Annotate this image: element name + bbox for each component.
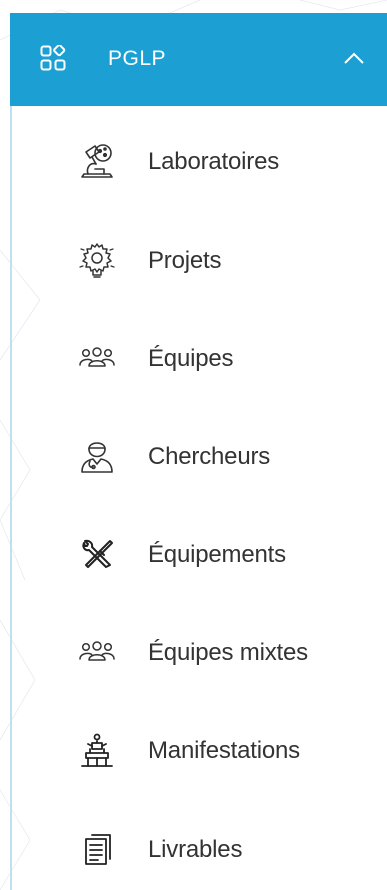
sidebar-item-livrables[interactable]: Livrables — [10, 824, 387, 884]
sidebar-item-laboratoires[interactable]: Laboratoires — [10, 136, 387, 196]
team-icon — [79, 641, 115, 661]
menu-header-pglp[interactable]: PGLP — [10, 13, 387, 106]
lightbulb-gear-icon — [79, 243, 115, 278]
tools-icon — [82, 539, 113, 568]
sidebar-item-chercheurs[interactable]: Chercheurs — [10, 431, 387, 491]
apps-grid-icon — [40, 45, 66, 71]
sidebar-item-label: Équipements — [148, 541, 286, 568]
sidebar-item-equipements[interactable]: Équipements — [10, 529, 387, 589]
podium-icon — [81, 733, 113, 767]
sidebar-item-label: Manifestations — [148, 737, 300, 764]
researcher-icon — [81, 442, 113, 473]
documents-icon — [85, 834, 111, 865]
team-icon — [79, 347, 115, 367]
sidebar-item-projets[interactable]: Projets — [10, 235, 387, 295]
menu-title: PGLP — [108, 47, 167, 70]
sidebar-item-equipes[interactable]: Équipes — [10, 333, 387, 393]
sidebar-item-equipes-mixtes[interactable]: Équipes mixtes — [10, 627, 387, 687]
sidebar-item-label: Équipes — [148, 345, 234, 372]
sidebar-item-label: Projets — [148, 247, 222, 274]
sidebar-item-label: Équipes mixtes — [148, 639, 308, 666]
sidebar-item-manifestations[interactable]: Manifestations — [10, 725, 387, 785]
sidebar-menu: PGLP Laboratoires Projets Équipes Cherch… — [10, 13, 387, 890]
sidebar-item-label: Laboratoires — [148, 148, 280, 175]
sidebar-item-label: Chercheurs — [148, 443, 271, 470]
sidebar-item-label: Livrables — [148, 836, 243, 863]
microscope-icon — [81, 144, 113, 178]
chevron-up-icon[interactable] — [343, 51, 365, 65]
